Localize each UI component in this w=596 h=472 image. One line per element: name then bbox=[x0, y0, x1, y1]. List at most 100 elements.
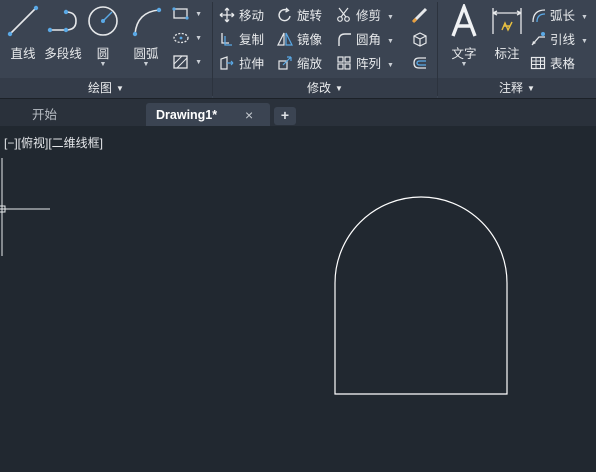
polyline-tool-label: 多段线 bbox=[44, 47, 82, 61]
fillet-button[interactable]: 圆角 ▼ bbox=[336, 30, 394, 50]
circle-dropdown-icon[interactable]: ▼ bbox=[86, 61, 120, 68]
move-button[interactable]: 移动 bbox=[219, 6, 264, 26]
array-dropdown-icon[interactable]: ▼ bbox=[387, 62, 394, 69]
arc-icon bbox=[132, 7, 162, 37]
dimension-tool-label: 标注 bbox=[494, 47, 520, 61]
annotation-panel-title-text: 注释 bbox=[499, 81, 524, 95]
array-icon bbox=[337, 56, 351, 70]
trim-dropdown-icon[interactable]: ▼ bbox=[387, 14, 394, 21]
draw-panel-title[interactable]: 绘图 ▼ bbox=[0, 78, 212, 98]
rectangle-dropdown-icon[interactable]: ▼ bbox=[195, 11, 202, 18]
polyline-icon bbox=[47, 9, 77, 33]
modify-panel-title[interactable]: 修改 ▼ bbox=[213, 78, 437, 98]
stretch-label: 拉伸 bbox=[239, 57, 265, 71]
annotation-panel-title[interactable]: 注释 ▼ bbox=[438, 78, 596, 98]
arc-dropdown-icon[interactable]: ▼ bbox=[126, 61, 166, 68]
array-label: 阵列 bbox=[356, 57, 382, 71]
arc-tool-button[interactable]: 圆弧 ▼ bbox=[126, 4, 166, 68]
rectangle-tool-button[interactable]: ▼ bbox=[172, 6, 202, 26]
copy-label: 复制 bbox=[239, 33, 265, 47]
array-button[interactable]: 阵列 ▼ bbox=[336, 54, 394, 74]
arc-length-icon bbox=[532, 9, 546, 23]
scale-icon bbox=[278, 56, 292, 70]
tab-start[interactable]: 开始 bbox=[0, 103, 144, 127]
fillet-dropdown-icon[interactable]: ▼ bbox=[387, 38, 394, 45]
file-tab-bar: 开始 Drawing1* × + bbox=[0, 98, 596, 127]
leader-icon bbox=[531, 32, 545, 46]
circle-tool-button[interactable]: 圆 ▼ bbox=[86, 4, 120, 68]
tab-drawing1-label: Drawing1* bbox=[156, 108, 218, 122]
new-tab-button[interactable]: + bbox=[274, 107, 296, 125]
offset-icon bbox=[413, 57, 426, 69]
crosshair-cursor bbox=[0, 158, 50, 256]
mirror-icon bbox=[277, 32, 293, 46]
rotate-label: 旋转 bbox=[297, 9, 323, 23]
stretch-button[interactable]: 拉伸 bbox=[219, 54, 264, 74]
dimension-icon bbox=[492, 8, 522, 34]
tab-drawing1[interactable]: Drawing1* × bbox=[146, 103, 270, 127]
drawing-canvas[interactable]: [−][俯视][二维线框] bbox=[0, 126, 596, 472]
table-label: 表格 bbox=[550, 57, 576, 71]
trim-button[interactable]: 修剪 ▼ bbox=[336, 6, 394, 26]
line-tool-label: 直线 bbox=[10, 47, 36, 61]
fillet-label: 圆角 bbox=[356, 33, 382, 47]
ellipse-icon bbox=[173, 32, 189, 44]
modify-panel: 移动 复制 拉伸 旋转 镜像 缩放 修剪 ▼ 圆角 ▼ 阵列 ▼ 修改 ▼ bbox=[213, 0, 437, 98]
tab-start-label: 开始 bbox=[32, 108, 58, 122]
arc-length-button[interactable]: 弧长 ▼ bbox=[530, 6, 588, 26]
offset-button[interactable] bbox=[411, 54, 431, 74]
table-button[interactable]: 表格 bbox=[530, 54, 575, 74]
scale-button[interactable]: 缩放 bbox=[277, 54, 322, 74]
arc-length-label: 弧长 bbox=[550, 9, 576, 23]
explode-button[interactable] bbox=[411, 30, 431, 50]
fillet-icon bbox=[338, 33, 351, 46]
draw-panel: 直线 多段线 圆 ▼ 圆弧 ▼ ▼ ▼ ▼ 绘图 ▼ bbox=[0, 0, 212, 98]
modify-panel-title-text: 修改 bbox=[307, 81, 332, 95]
rotate-button[interactable]: 旋转 bbox=[277, 6, 322, 26]
modify-panel-expand-icon: ▼ bbox=[335, 84, 343, 93]
text-tool-button[interactable]: 文字 ▼ bbox=[444, 4, 484, 68]
arch-shape[interactable] bbox=[334, 196, 508, 395]
leader-button[interactable]: 引线 ▼ bbox=[530, 30, 588, 50]
draw-panel-expand-icon: ▼ bbox=[116, 84, 124, 93]
trim-icon bbox=[337, 7, 350, 22]
text-dropdown-icon[interactable]: ▼ bbox=[444, 61, 484, 68]
move-icon bbox=[219, 7, 235, 23]
ellipse-dropdown-icon[interactable]: ▼ bbox=[195, 35, 202, 42]
circle-tool-label: 圆 bbox=[96, 47, 110, 61]
copy-button[interactable]: 复制 bbox=[219, 30, 264, 50]
leader-dropdown-icon[interactable]: ▼ bbox=[581, 38, 588, 45]
circle-icon bbox=[88, 6, 118, 36]
text-tool-label: 文字 bbox=[451, 47, 477, 61]
text-icon bbox=[451, 4, 477, 37]
cube-icon bbox=[413, 32, 427, 47]
mirror-label: 镜像 bbox=[297, 33, 323, 47]
copy-icon bbox=[221, 33, 232, 46]
rectangle-icon bbox=[172, 7, 189, 20]
trim-label: 修剪 bbox=[356, 9, 382, 23]
polyline-tool-button[interactable]: 多段线 bbox=[42, 4, 84, 62]
scale-label: 缩放 bbox=[297, 57, 323, 71]
hatch-dropdown-icon[interactable]: ▼ bbox=[195, 59, 202, 66]
annotation-panel: 文字 ▼ 标注 弧长 ▼ 引线 ▼ 表格 注释 ▼ bbox=[438, 0, 596, 98]
line-icon bbox=[7, 5, 39, 37]
line-tool-button[interactable]: 直线 bbox=[4, 4, 42, 62]
hatch-icon bbox=[173, 55, 188, 69]
draw-panel-title-text: 绘图 bbox=[88, 81, 113, 95]
annotation-panel-expand-icon: ▼ bbox=[527, 84, 535, 93]
stretch-icon bbox=[220, 56, 234, 70]
mirror-button[interactable]: 镜像 bbox=[277, 30, 322, 50]
close-icon[interactable]: × bbox=[245, 103, 253, 127]
eraser-icon bbox=[411, 7, 428, 24]
arc-tool-label: 圆弧 bbox=[133, 47, 159, 61]
dimension-tool-button[interactable]: 标注 bbox=[488, 4, 526, 62]
rotate-icon bbox=[278, 7, 291, 22]
erase-button[interactable] bbox=[411, 6, 431, 26]
leader-label: 引线 bbox=[550, 33, 576, 47]
hatch-tool-button[interactable]: ▼ bbox=[172, 54, 202, 74]
drawing-area bbox=[0, 158, 508, 395]
ellipse-tool-button[interactable]: ▼ bbox=[172, 30, 202, 50]
move-label: 移动 bbox=[239, 9, 265, 23]
table-icon bbox=[530, 56, 546, 70]
arc-length-dropdown-icon[interactable]: ▼ bbox=[581, 14, 588, 21]
